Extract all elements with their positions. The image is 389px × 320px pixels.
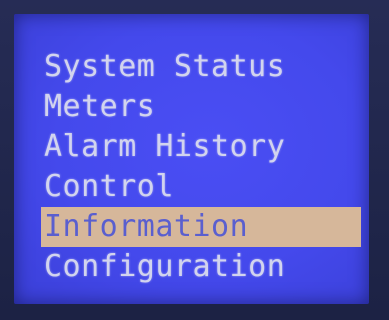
menu-item-configuration[interactable]: Configuration	[41, 247, 361, 287]
menu-item-control[interactable]: Control	[41, 167, 361, 207]
menu-item-meters[interactable]: Meters	[41, 87, 361, 127]
lcd-screen: System Status Meters Alarm History Contr…	[14, 14, 369, 304]
menu-item-system-status[interactable]: System Status	[41, 47, 361, 87]
menu-item-information[interactable]: Information	[41, 207, 361, 247]
main-menu: System Status Meters Alarm History Contr…	[41, 47, 361, 287]
menu-item-alarm-history[interactable]: Alarm History	[41, 127, 361, 167]
